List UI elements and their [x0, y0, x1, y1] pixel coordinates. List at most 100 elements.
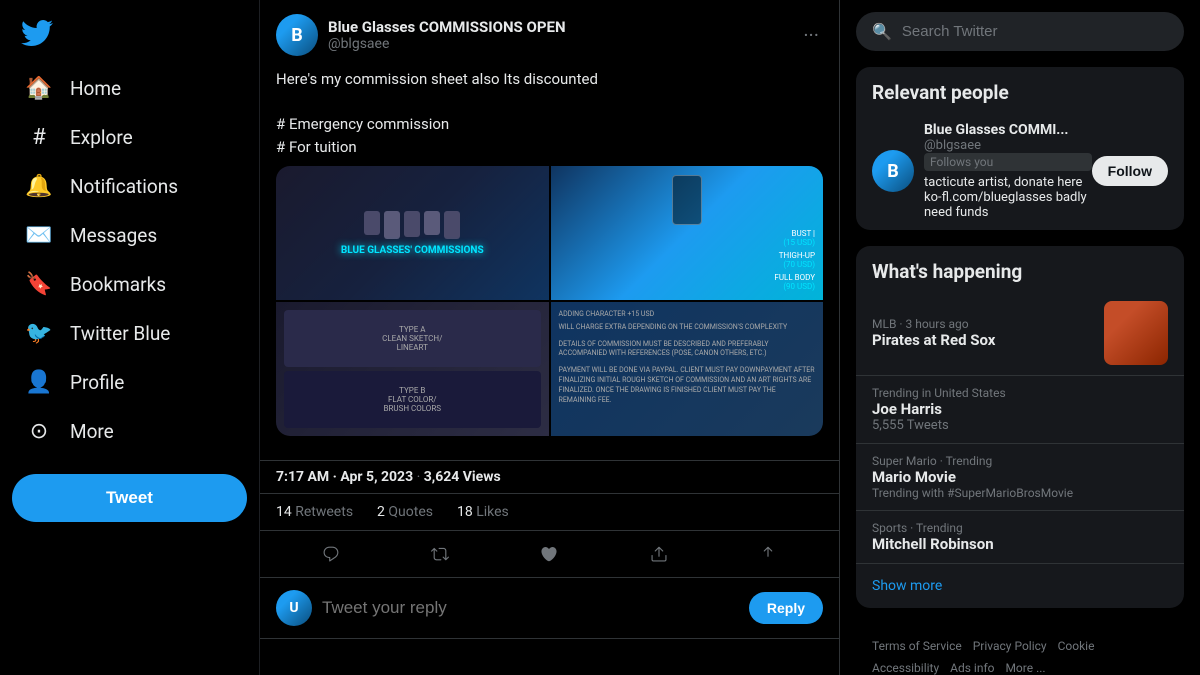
tweet-image-1[interactable]: BLUE GLASSES' COMMISSIONS [276, 166, 549, 300]
footer-ads[interactable]: Ads info [950, 661, 994, 675]
trend-topic-joe: Joe Harris [872, 400, 1168, 418]
relevant-person: B Blue Glasses COMMI... @blgsaee Follows… [856, 112, 1184, 230]
trend-item-mlb[interactable]: MLB · 3 hours ago Pirates at Red Sox [856, 291, 1184, 376]
reply-button[interactable]: Reply [749, 592, 823, 624]
twitter-blue-label: Twitter Blue [70, 322, 170, 345]
follows-you-badge: Follows you [924, 153, 1092, 171]
reply-action[interactable] [312, 535, 350, 573]
tweet-main-text: Here's my commission sheet also Its disc… [276, 70, 598, 88]
rp-handle: @blgsaee [924, 138, 1092, 153]
tweet-body: Here's my commission sheet also Its disc… [260, 64, 839, 460]
more-label: More [70, 420, 114, 443]
rp-avatar: B [872, 150, 914, 192]
share-action[interactable] [749, 535, 787, 573]
retweets-count: 14 [276, 504, 292, 520]
home-icon: 🏠 [26, 76, 52, 101]
search-bar[interactable]: 🔍 [856, 12, 1184, 51]
hashtag-2: # For tuition [276, 138, 357, 156]
quotes-count: 2 [377, 504, 385, 520]
bookmarks-icon: 🔖 [26, 272, 52, 297]
tweet-header: B Blue Glasses COMMISSIONS OPEN @blgsaee… [260, 0, 839, 64]
trend-topic-mlb: Pirates at Red Sox [872, 331, 995, 349]
user-avatar-reply: U [276, 590, 312, 626]
search-input[interactable] [902, 23, 1168, 40]
trend-item-joe-harris[interactable]: Trending in United States Joe Harris 5,5… [856, 376, 1184, 444]
tweet-image-4[interactable]: ADDING CHARACTER +15 USD WILL CHARGE EXT… [551, 302, 824, 436]
likes-stat: 18 Likes [457, 504, 509, 520]
nav-item-explore[interactable]: # Explore [12, 115, 247, 160]
nav-item-profile[interactable]: 👤 Profile [12, 360, 247, 405]
rp-bio: tacticute artist, donate here ko-fl.com/… [924, 175, 1092, 220]
bookmarks-label: Bookmarks [70, 273, 166, 296]
bookmark-action[interactable] [640, 535, 678, 573]
trend-meta-mlb: MLB · 3 hours ago [872, 317, 995, 331]
tweet-actions [260, 531, 839, 578]
more-options-button[interactable]: ··· [799, 19, 823, 51]
rp-user-info: B Blue Glasses COMMI... @blgsaee Follows… [872, 122, 1092, 220]
timestamp-text: 7:17 AM · Apr 5, 2023 [276, 469, 413, 485]
tweet-image-3[interactable]: TYPE ACLEAN SKETCH/LINEART TYPE BFLAT CO… [276, 302, 549, 436]
avatar: B [276, 14, 318, 56]
sidebar: 🏠 Home # Explore 🔔 Notifications ✉️ Mess… [0, 0, 260, 675]
explore-icon: # [26, 125, 52, 150]
relevant-people-title: Relevant people [856, 67, 1184, 112]
footer-privacy[interactable]: Privacy Policy [973, 639, 1047, 653]
twitter-blue-icon: 🐦 [26, 321, 52, 346]
right-sidebar: 🔍 Relevant people B Blue Glasses COMMI..… [840, 0, 1200, 675]
nav-item-bookmarks[interactable]: 🔖 Bookmarks [12, 262, 247, 307]
trend-count-joe: 5,555 Tweets [872, 418, 1168, 433]
nav-item-messages[interactable]: ✉️ Messages [12, 213, 247, 258]
footer-more[interactable]: More ... [1005, 661, 1045, 675]
follow-button[interactable]: Follow [1092, 156, 1168, 186]
hashtag-1: # Emergency commission [276, 115, 449, 133]
trend-sub-mario: Trending with #SuperMarioBrosMovie [872, 486, 1168, 500]
trend-item-mitchell[interactable]: Sports · Trending Mitchell Robinson [856, 511, 1184, 564]
trend-meta-joe: Trending in United States [872, 386, 1168, 400]
tweet-image-2[interactable]: BUST | (15 USD) THIGH-UP (70 USD) FULL B… [551, 166, 824, 300]
home-label: Home [70, 77, 121, 100]
tweet-stats: 14 Retweets 2 Quotes 18 Likes [260, 493, 839, 531]
relevant-people-section: Relevant people B Blue Glasses COMMI... … [856, 67, 1184, 230]
more-icon: ⊙ [26, 419, 52, 444]
messages-icon: ✉️ [26, 223, 52, 248]
footer-tos[interactable]: Terms of Service [872, 639, 962, 653]
nav-item-notifications[interactable]: 🔔 Notifications [12, 164, 247, 209]
trend-topic-mario: Mario Movie [872, 468, 1168, 486]
tweet-text: Here's my commission sheet also Its disc… [276, 68, 823, 158]
quotes-stat: 2 Quotes [377, 504, 433, 520]
nav-item-more[interactable]: ⊙ More [12, 409, 247, 454]
trend-meta-mitchell: Sports · Trending [872, 521, 1168, 535]
retweet-action[interactable] [421, 535, 459, 573]
reply-input[interactable] [322, 598, 739, 618]
trend-meta-mario: Super Mario · Trending [872, 454, 1168, 468]
notifications-label: Notifications [70, 175, 178, 198]
like-action[interactable] [530, 535, 568, 573]
nav-item-twitter-blue[interactable]: 🐦 Twitter Blue [12, 311, 247, 356]
likes-label: Likes [476, 504, 509, 520]
reply-area: U Reply [260, 578, 839, 639]
trend-topic-mitchell: Mitchell Robinson [872, 535, 1168, 553]
retweets-stat: 14 Retweets [276, 504, 353, 520]
retweets-label: Retweets [295, 504, 353, 520]
search-icon: 🔍 [872, 22, 892, 41]
footer-links: Terms of Service Privacy Policy Cookie A… [856, 624, 1184, 675]
footer-accessibility[interactable]: Accessibility [872, 661, 939, 675]
whats-happening-title: What's happening [856, 246, 1184, 291]
whats-happening-section: What's happening MLB · 3 hours ago Pirat… [856, 246, 1184, 608]
explore-label: Explore [70, 126, 133, 149]
footer-cookie[interactable]: Cookie [1058, 639, 1095, 653]
user-details: Blue Glasses COMMISSIONS OPEN @blgsaee [328, 18, 566, 52]
show-more-button[interactable]: Show more [856, 564, 1184, 608]
tweet-button[interactable]: Tweet [12, 474, 247, 522]
trend-item-mario[interactable]: Super Mario · Trending Mario Movie Trend… [856, 444, 1184, 511]
tweet-image-grid: BLUE GLASSES' COMMISSIONS BUST | (15 USD… [276, 166, 823, 436]
tweet-user-info: B Blue Glasses COMMISSIONS OPEN @blgsaee [276, 14, 566, 56]
twitter-logo[interactable] [12, 8, 62, 58]
rp-display-name: Blue Glasses COMMI... [924, 122, 1092, 138]
views-text: 3,624 Views [424, 469, 501, 485]
display-name: Blue Glasses COMMISSIONS OPEN [328, 18, 566, 36]
quotes-label: Quotes [388, 504, 433, 520]
nav-item-home[interactable]: 🏠 Home [12, 66, 247, 111]
user-handle: @blgsaee [328, 36, 566, 52]
likes-count: 18 [457, 504, 473, 520]
